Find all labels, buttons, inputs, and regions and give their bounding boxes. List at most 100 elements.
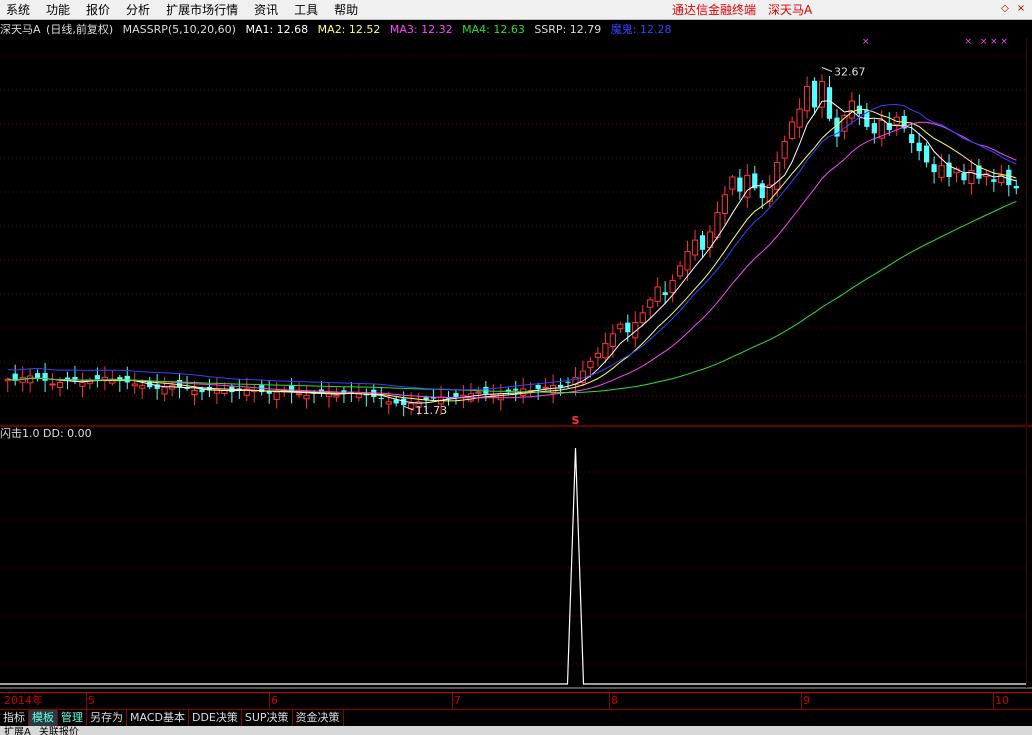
- formula-label[interactable]: MASSRP(5,10,20,60): [123, 23, 236, 36]
- candle-up: [617, 323, 624, 330]
- candle-up: [684, 250, 691, 271]
- time-axis: 2014年 5 6 7 8 9 10: [0, 692, 1032, 709]
- close-icon[interactable]: ×: [1014, 2, 1028, 16]
- time-tick: [269, 693, 270, 709]
- period-label: (日线,前复权): [46, 23, 114, 36]
- ma2-value: MA2: 12.52: [317, 23, 381, 36]
- time-label-oct: 10: [995, 694, 1009, 707]
- candle-up: [27, 375, 34, 384]
- candle-up: [594, 352, 602, 358]
- candle-down: [1013, 186, 1019, 189]
- candle-up: [774, 161, 781, 190]
- status-tab-extended[interactable]: 扩展A: [0, 726, 35, 735]
- candle-down: [565, 381, 571, 383]
- menu-bar: 系统 功能 报价 分析 扩展市场行情 资讯 工具 帮助 通达信金融终端 深天马A…: [0, 0, 1032, 20]
- menu-news[interactable]: 资讯: [246, 0, 286, 20]
- restore-icon[interactable]: ◇: [998, 2, 1012, 16]
- candle-down: [453, 392, 459, 397]
- tab-fund[interactable]: 资金决策: [293, 710, 344, 726]
- menu-analysis[interactable]: 分析: [118, 0, 158, 20]
- candle-down: [124, 375, 130, 383]
- candle-down: [378, 397, 384, 399]
- menu-quote[interactable]: 报价: [78, 0, 118, 20]
- low-label: 11.73: [416, 404, 448, 417]
- tab-dde[interactable]: DDE决策: [189, 710, 242, 726]
- candle-down: [535, 385, 541, 389]
- tab-template[interactable]: 模板: [29, 710, 58, 726]
- candle-down: [961, 173, 967, 181]
- candle-up: [191, 390, 198, 396]
- candle-down: [483, 386, 489, 394]
- candle-down: [871, 123, 877, 134]
- time-label-may: 5: [88, 694, 95, 707]
- menu-tools[interactable]: 工具: [286, 0, 326, 20]
- candle-up: [647, 299, 654, 308]
- candle-up: [609, 333, 616, 347]
- candle-up: [497, 393, 504, 401]
- candle-up: [303, 394, 310, 400]
- indicator-header: 深天马A (日线,前复权) MASSRP(5,10,20,60) MA1: 12…: [0, 22, 1032, 38]
- ma1-value: MA1: 12.68: [245, 23, 309, 36]
- candle-up: [542, 386, 549, 389]
- right-edge: [1026, 38, 1032, 688]
- candle-down: [699, 235, 706, 250]
- candle-up: [729, 176, 736, 190]
- menu-system[interactable]: 系统: [0, 0, 38, 20]
- status-tab-related[interactable]: 关联报价: [35, 726, 83, 735]
- time-label-jun: 6: [271, 694, 278, 707]
- menu-function[interactable]: 功能: [38, 0, 78, 20]
- indicator-tab-bar: 指标 模板 管理 另存为 MACD基本 DDE决策 SUP决策 资金决策: [0, 709, 1032, 726]
- ssrp-line: [7, 103, 1017, 391]
- high-label: 32.67: [834, 66, 866, 79]
- high-marker: [821, 67, 833, 72]
- menu-help[interactable]: 帮助: [326, 0, 366, 20]
- candle-down: [1006, 169, 1012, 186]
- candle-down: [176, 380, 183, 388]
- candle-up: [408, 402, 415, 410]
- candle-up: [848, 100, 856, 119]
- candle-up: [549, 385, 557, 394]
- time-label-aug: 8: [611, 694, 618, 707]
- candle-down: [662, 292, 668, 296]
- candle-up: [333, 394, 340, 398]
- tab-indicator[interactable]: 指标: [0, 710, 29, 726]
- candle-down: [909, 134, 915, 144]
- candle-down: [430, 397, 437, 399]
- candle-down: [916, 142, 922, 152]
- candle-up: [796, 108, 803, 128]
- candle-down: [931, 164, 937, 173]
- candle-up: [56, 381, 64, 389]
- candle-up: [79, 381, 86, 387]
- candle-up: [654, 286, 661, 302]
- candle-up: [19, 377, 26, 383]
- candle-up: [639, 312, 646, 324]
- candle-down: [94, 375, 100, 380]
- time-label-jul: 7: [454, 694, 461, 707]
- candle-up: [676, 265, 684, 277]
- price-chart[interactable]: 32.6711.73S× × × × ×: [0, 38, 1032, 692]
- signal-marker: S: [572, 414, 580, 427]
- status-bar: 扩展A 关联报价: [0, 726, 1032, 735]
- candle-up: [781, 140, 788, 159]
- candle-down: [826, 87, 833, 119]
- tab-sup[interactable]: SUP决策: [242, 710, 293, 726]
- sub-indicator-name[interactable]: 闪击1.0: [0, 427, 40, 440]
- dd-spike-line: [0, 447, 1026, 685]
- candle-up: [587, 360, 594, 369]
- candle-up: [789, 121, 796, 139]
- tab-manage[interactable]: 管理: [58, 710, 87, 726]
- tab-macd[interactable]: MACD基本: [127, 710, 189, 726]
- menu-extended-market[interactable]: 扩展市场行情: [158, 0, 246, 20]
- signal-cross-icon: ×: [990, 38, 998, 47]
- candle-up: [602, 343, 609, 359]
- candle-down: [513, 388, 519, 391]
- window-buttons: ◇ ×: [998, 2, 1028, 16]
- candle-down: [35, 373, 41, 378]
- candle-up: [669, 280, 676, 293]
- ma4-line: [7, 200, 1017, 393]
- candle-down: [737, 177, 743, 192]
- time-label-sep: 9: [803, 694, 810, 707]
- signal-cross-icon: ×: [964, 38, 972, 47]
- candle-up: [803, 85, 811, 112]
- tab-save-as[interactable]: 另存为: [87, 710, 127, 726]
